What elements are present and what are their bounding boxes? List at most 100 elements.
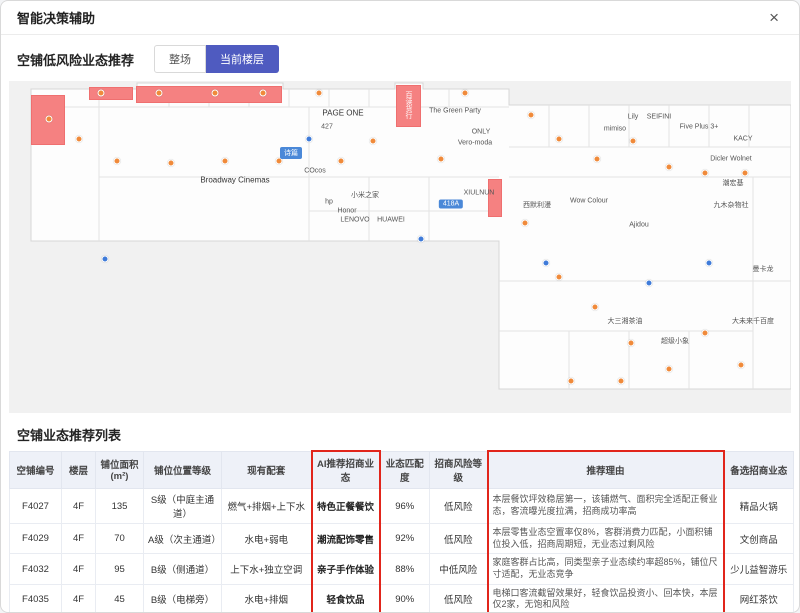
store-pin-icon[interactable] — [738, 362, 745, 369]
store-pin-icon[interactable] — [98, 90, 105, 97]
store-pin-icon[interactable] — [338, 158, 345, 165]
shop-label: hp — [325, 199, 333, 206]
table-row[interactable]: F40274F135S级（中庭主通道）燃气+排烟+上下水特色正餐餐饮96%低风险… — [10, 489, 794, 524]
shop-label: COcos — [304, 168, 325, 175]
shop-label: PAGE ONE — [322, 109, 363, 118]
store-pin-icon[interactable] — [592, 304, 599, 311]
store-pin-icon[interactable] — [438, 156, 445, 163]
facility-pin-icon[interactable] — [543, 260, 550, 267]
cell-reason: 本层零售业态空置率仅8%，客群消费力匹配，小面积铺位投入低，招商周期短，无业态过… — [488, 524, 724, 554]
recommendation-table-head-row: 空铺编号楼层铺位面积(m²)铺位位置等级现有配套AI推荐招商业态业态匹配度招商风… — [10, 451, 794, 489]
store-pin-icon[interactable] — [628, 340, 635, 347]
store-pin-icon[interactable] — [222, 158, 229, 165]
shop-label: 西默利漫 — [523, 200, 551, 210]
facility-pin-icon[interactable] — [306, 136, 313, 143]
cell-match: 90% — [380, 584, 430, 613]
facility-pin-icon[interactable] — [646, 280, 653, 287]
shop-label: Vero-moda — [458, 140, 492, 147]
cell-ai: 特色正餐餐饮 — [312, 489, 380, 524]
shop-label: 超级小象 — [661, 336, 689, 346]
cell-alt: 网红茶饮 — [724, 584, 794, 613]
store-pin-icon[interactable] — [742, 170, 749, 177]
store-pin-icon[interactable] — [594, 156, 601, 163]
store-pin-icon[interactable] — [522, 220, 529, 227]
cell-area: 70 — [96, 524, 144, 554]
column-header: 业态匹配度 — [380, 451, 430, 489]
cell-id: F4032 — [10, 554, 62, 584]
shop-label: 大未来千百度 — [732, 316, 774, 326]
store-pin-icon[interactable] — [212, 90, 219, 97]
shop-label: LENOVO — [340, 217, 369, 224]
vacant-shop-block[interactable] — [89, 87, 133, 100]
cell-area: 45 — [96, 584, 144, 613]
cell-match: 92% — [380, 524, 430, 554]
cell-reason: 家庭客群占比高，同类型亲子业态续约率超85%，铺位尺寸适配，无业态竞争 — [488, 554, 724, 584]
table-row[interactable]: F40324F95B级（侧通道）上下水+独立空调亲子手作体验88%中低风险家庭客… — [10, 554, 794, 584]
table-row[interactable]: F40294F70A级（次主通道）水电+弱电潮流配饰零售92%低风险本层零售业态… — [10, 524, 794, 554]
shop-label: KACY — [733, 136, 752, 143]
cell-alt: 少儿益智游乐 — [724, 554, 794, 584]
store-pin-icon[interactable] — [618, 378, 625, 385]
shop-label: Dicler Wolnet — [710, 156, 752, 163]
store-pin-icon[interactable] — [666, 366, 673, 373]
cell-risk: 低风险 — [430, 489, 488, 524]
store-pin-icon[interactable] — [702, 170, 709, 177]
shop-label: Broadway Cinemas — [200, 176, 269, 185]
store-pin-icon[interactable] — [370, 138, 377, 145]
decision-assist-dialog: 智能决策辅助 × 空铺低风险业态推荐 整场当前楼层 — [0, 0, 800, 613]
cell-reason: 电梯口客流截留效果好，轻食饮品投资小、回本快，本层仅2家，无饱和风险 — [488, 584, 724, 613]
cell-ai: 潮流配饰零售 — [312, 524, 380, 554]
cell-reason: 本层餐饮坪效稳居第一，该铺燃气、面积完全适配正餐业态，客流曝光度拉满，招商成功率… — [488, 489, 724, 524]
store-pin-icon[interactable] — [114, 158, 121, 165]
store-pin-icon[interactable] — [260, 90, 267, 97]
shop-label: Five Plus 3+ — [680, 124, 719, 131]
store-pin-icon[interactable] — [528, 112, 535, 119]
store-pin-icon[interactable] — [76, 136, 83, 143]
facility-pin-icon[interactable] — [418, 236, 425, 243]
shop-label: 427 — [321, 124, 333, 131]
dialog-header: 智能决策辅助 × — [1, 1, 799, 35]
toggle-current-floor[interactable]: 当前楼层 — [206, 45, 279, 73]
cell-grade: B级（电梯旁） — [144, 584, 222, 613]
store-pin-icon[interactable] — [556, 274, 563, 281]
cell-risk: 中低风险 — [430, 554, 488, 584]
facility-pin-icon[interactable] — [102, 256, 109, 263]
shop-label: 大三湘茶油 — [608, 316, 643, 326]
floor-plan-svg — [9, 81, 791, 413]
toggle-whole-venue[interactable]: 整场 — [154, 45, 206, 73]
store-pin-icon[interactable] — [666, 164, 673, 171]
section-header: 空铺低风险业态推荐 整场当前楼层 — [1, 35, 799, 81]
table-row[interactable]: F40354F45B级（电梯旁）水电+排烟轻食饮品90%低风险电梯口客流截留效果… — [10, 584, 794, 613]
column-header: 铺位面积(m²) — [96, 451, 144, 489]
table-title: 空铺业态推荐列表 — [17, 425, 783, 444]
store-pin-icon[interactable] — [316, 90, 323, 97]
floor-map[interactable]: PAGE ONE427百读货行The Green PartyONLYVero-m… — [9, 81, 791, 413]
cell-facilities: 水电+弱电 — [222, 524, 312, 554]
store-pin-icon[interactable] — [156, 90, 163, 97]
store-pin-icon[interactable] — [168, 160, 175, 167]
cell-alt: 文创商品 — [724, 524, 794, 554]
shop-label: ONLY — [472, 129, 491, 136]
shop-label: Wow Colour — [570, 198, 608, 205]
store-pin-icon[interactable] — [462, 90, 469, 97]
vacant-shop-block[interactable] — [488, 179, 502, 217]
store-pin-icon[interactable] — [630, 138, 637, 145]
cell-floor: 4F — [62, 489, 96, 524]
column-header: 楼层 — [62, 451, 96, 489]
store-pin-icon[interactable] — [556, 136, 563, 143]
recommendation-table-body: F40274F135S级（中庭主通道）燃气+排烟+上下水特色正餐餐饮96%低风险… — [10, 489, 794, 613]
column-header: 空铺编号 — [10, 451, 62, 489]
column-header: 备选招商业态 — [724, 451, 794, 489]
cell-area: 135 — [96, 489, 144, 524]
cell-alt: 精品火锅 — [724, 489, 794, 524]
shop-label: HUAWEI — [377, 217, 405, 224]
section-title: 空铺低风险业态推荐 — [17, 50, 134, 69]
close-icon[interactable]: × — [765, 7, 783, 28]
store-pin-icon[interactable] — [568, 378, 575, 385]
cell-facilities: 上下水+独立空调 — [222, 554, 312, 584]
facility-pin-icon[interactable] — [706, 260, 713, 267]
store-pin-icon[interactable] — [702, 330, 709, 337]
cell-grade: B级（侧通道） — [144, 554, 222, 584]
shop-label: SEIFINI — [647, 114, 672, 121]
store-pin-icon[interactable] — [46, 116, 53, 123]
